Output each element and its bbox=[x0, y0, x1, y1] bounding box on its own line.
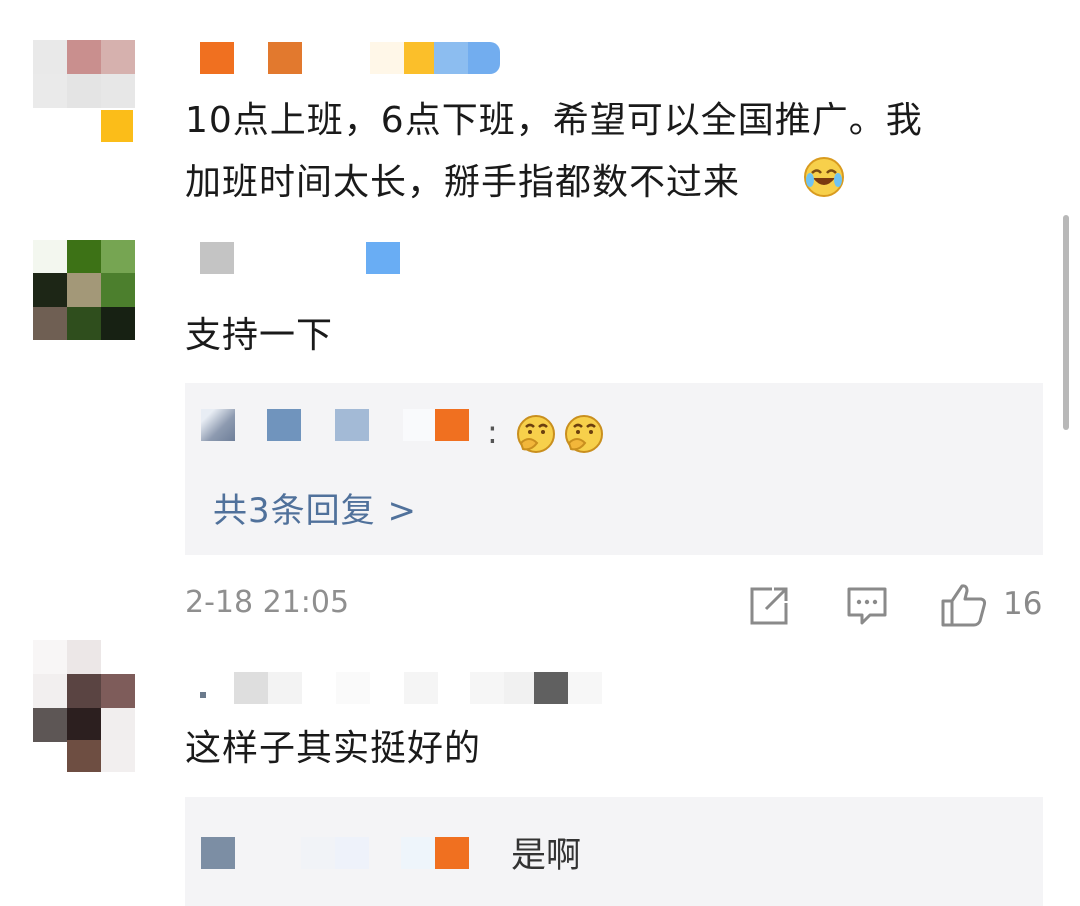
reply-username-redacted bbox=[201, 837, 235, 869]
thumbs-up-icon[interactable] bbox=[940, 582, 988, 628]
avatar[interactable] bbox=[33, 240, 135, 340]
thinking-emoji-icon bbox=[565, 415, 603, 453]
reply-colon: : bbox=[487, 413, 498, 451]
comment-text: 这样子其实挺好的 bbox=[185, 728, 482, 769]
reply-preview-box[interactable]: 是啊 bbox=[185, 797, 1043, 906]
comment-icon[interactable] bbox=[846, 585, 888, 627]
comment-timestamp: 2-18 21:05 bbox=[185, 585, 350, 620]
comment-text: 10点上班，6点下班，希望可以全国推广。我 加班时间太长，掰手指都数不过来 bbox=[185, 100, 923, 203]
username-redacted[interactable] bbox=[200, 242, 400, 278]
like-count: 16 bbox=[1003, 586, 1043, 622]
thinking-emoji-icon bbox=[517, 415, 555, 453]
share-icon[interactable] bbox=[748, 585, 790, 627]
username-redacted[interactable] bbox=[200, 42, 500, 78]
view-all-replies-link[interactable]: 共3条回复 > bbox=[213, 483, 417, 532]
username-redacted[interactable] bbox=[200, 672, 620, 708]
scrollbar[interactable] bbox=[1063, 215, 1069, 430]
avatar[interactable] bbox=[33, 640, 135, 772]
avatar[interactable] bbox=[33, 40, 135, 142]
laughing-crying-emoji-icon bbox=[804, 157, 844, 197]
reply-preview-box[interactable]: : 共3条回复 > bbox=[185, 383, 1043, 555]
reply-username-redacted bbox=[201, 409, 235, 441]
comment-text: 支持一下 bbox=[185, 315, 334, 356]
reply-text: 是啊 bbox=[511, 836, 582, 876]
